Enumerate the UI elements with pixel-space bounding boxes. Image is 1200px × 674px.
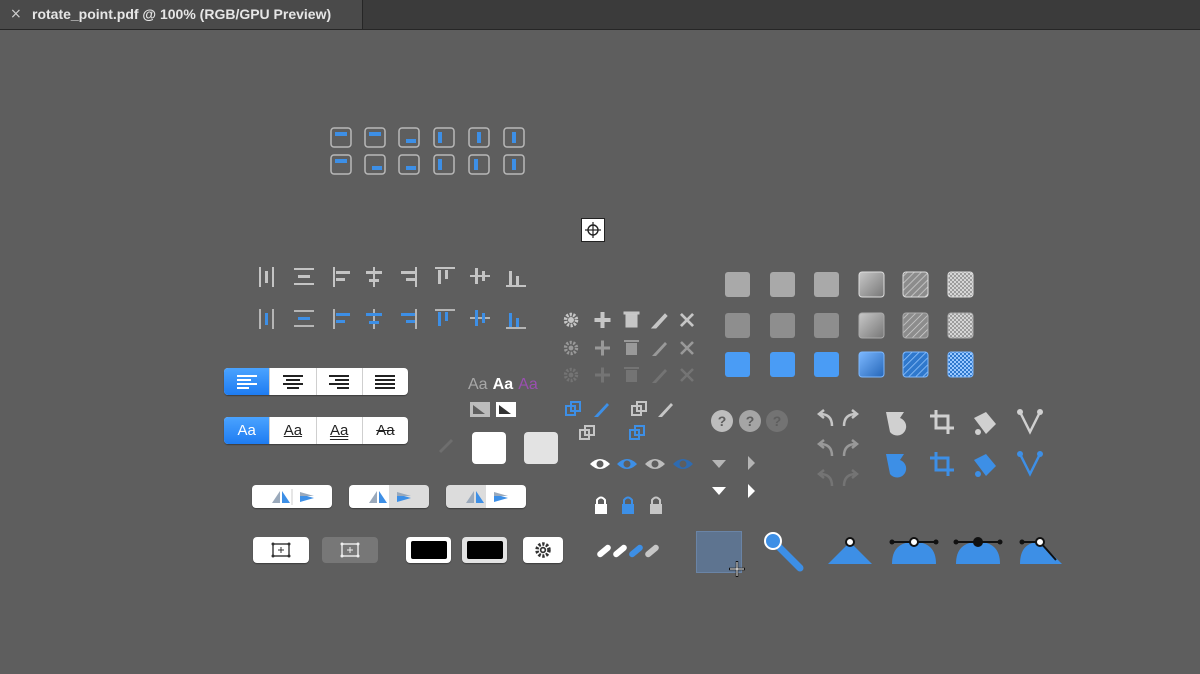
mask-crop-bucket-vector-icons[interactable] — [882, 408, 1052, 480]
artboard-button[interactable] — [253, 537, 309, 563]
align-right-button[interactable] — [315, 368, 362, 395]
white-box-button[interactable] — [472, 432, 506, 464]
align-blue-icons[interactable] — [256, 306, 531, 332]
artboard-icon — [271, 542, 291, 558]
document-tab-bar: × rotate_point.pdf @ 100% (RGB/GPU Previ… — [0, 0, 1200, 30]
text-style-underline-button[interactable]: Aa — [269, 417, 315, 444]
align-row-blue — [256, 306, 531, 332]
brush-icons — [594, 539, 674, 563]
pencil-dim-icon — [438, 438, 454, 454]
color-swatch-button[interactable] — [406, 537, 451, 563]
tool-row-icons-render — [563, 312, 694, 383]
help-arrow-icons[interactable]: ? ? ? — [710, 408, 800, 508]
crosshair-cursor-icon — [727, 559, 747, 579]
settings-button[interactable] — [523, 537, 563, 563]
text-style-strike-label: Aa — [376, 422, 395, 439]
white-box-button-pressed[interactable] — [524, 432, 558, 464]
text-style-double-underline-label: Aa — [329, 422, 349, 439]
document-tab[interactable]: × rotate_point.pdf @ 100% (RGB/GPU Previ… — [0, 0, 363, 29]
flip-button-group-3[interactable] — [446, 485, 526, 508]
align-grid-icons — [330, 127, 525, 175]
align-right-icon — [329, 374, 350, 389]
help-icons: ? ? ? — [710, 408, 800, 508]
text-style-segmented: Aa Aa Aa Aa — [224, 417, 408, 444]
align-row-gray — [256, 264, 531, 290]
undo-redo-icons — [814, 408, 870, 490]
typo-sample-white: Aa — [492, 376, 514, 393]
alignment-grid — [330, 127, 530, 177]
align-left-icon — [236, 374, 257, 389]
text-style-normal-label: Aa — [237, 422, 256, 439]
svg-text:?: ? — [718, 413, 727, 429]
text-style-normal-button[interactable]: Aa — [224, 417, 270, 444]
fill-swatch-icons[interactable] — [724, 271, 976, 381]
artboard-button-pressed[interactable] — [322, 537, 378, 563]
typo-sample-purple: Aa — [518, 376, 538, 393]
duplicate-icons — [564, 400, 684, 442]
rotate-point-crosshair-icon[interactable] — [581, 218, 605, 242]
typo-sample-gray: Aa — [468, 376, 488, 393]
flip-icons — [272, 488, 314, 505]
text-style-strikethrough-button[interactable]: Aa — [361, 417, 408, 444]
swatch-grid — [724, 271, 976, 381]
align-left-button[interactable] — [224, 368, 270, 395]
image-icon[interactable] — [470, 402, 520, 418]
flip-button-group-2[interactable] — [349, 485, 429, 508]
text-style-underline-label: Aa — [283, 422, 303, 439]
justify-button[interactable] — [361, 368, 408, 395]
bezier-shape-icons — [826, 534, 1066, 570]
gear-icon — [535, 542, 551, 558]
undo-redo-icon-set[interactable] — [814, 408, 870, 490]
text-style-double-underline-button[interactable]: Aa — [315, 417, 362, 444]
flip-icons — [466, 490, 508, 503]
typography-preview: Aa Aa Aa — [468, 374, 538, 394]
edit-tool-icons — [882, 408, 1052, 480]
image-placeholder-icons — [470, 402, 520, 418]
align-center-button[interactable] — [269, 368, 315, 395]
align-center-icon — [282, 374, 303, 389]
artboard-icon — [340, 542, 360, 558]
magic-wand-icon[interactable] — [762, 530, 806, 574]
black-swatch — [410, 541, 447, 559]
tool-row-1 — [562, 311, 702, 391]
document-title: rotate_point.pdf @ 100% (RGB/GPU Preview… — [32, 6, 332, 22]
svg-text:?: ? — [773, 413, 782, 429]
eye-lock-icons[interactable] — [590, 452, 700, 522]
black-swatch — [466, 541, 503, 559]
duplicate-knife-icons[interactable] — [564, 400, 684, 442]
color-swatch-button-pressed[interactable] — [462, 537, 507, 563]
close-tab-icon[interactable]: × — [10, 5, 22, 23]
visibility-icons — [590, 452, 700, 522]
justify-icon — [375, 374, 396, 389]
flip-button-group-1[interactable] — [252, 485, 332, 508]
align-gray-icons[interactable] — [256, 264, 531, 290]
svg-text:?: ? — [746, 413, 755, 429]
brush-set-icons[interactable] — [594, 539, 674, 563]
flip-icons — [369, 490, 411, 503]
node-shape-icons[interactable] — [826, 534, 1066, 570]
paragraph-align-segmented — [224, 368, 408, 395]
